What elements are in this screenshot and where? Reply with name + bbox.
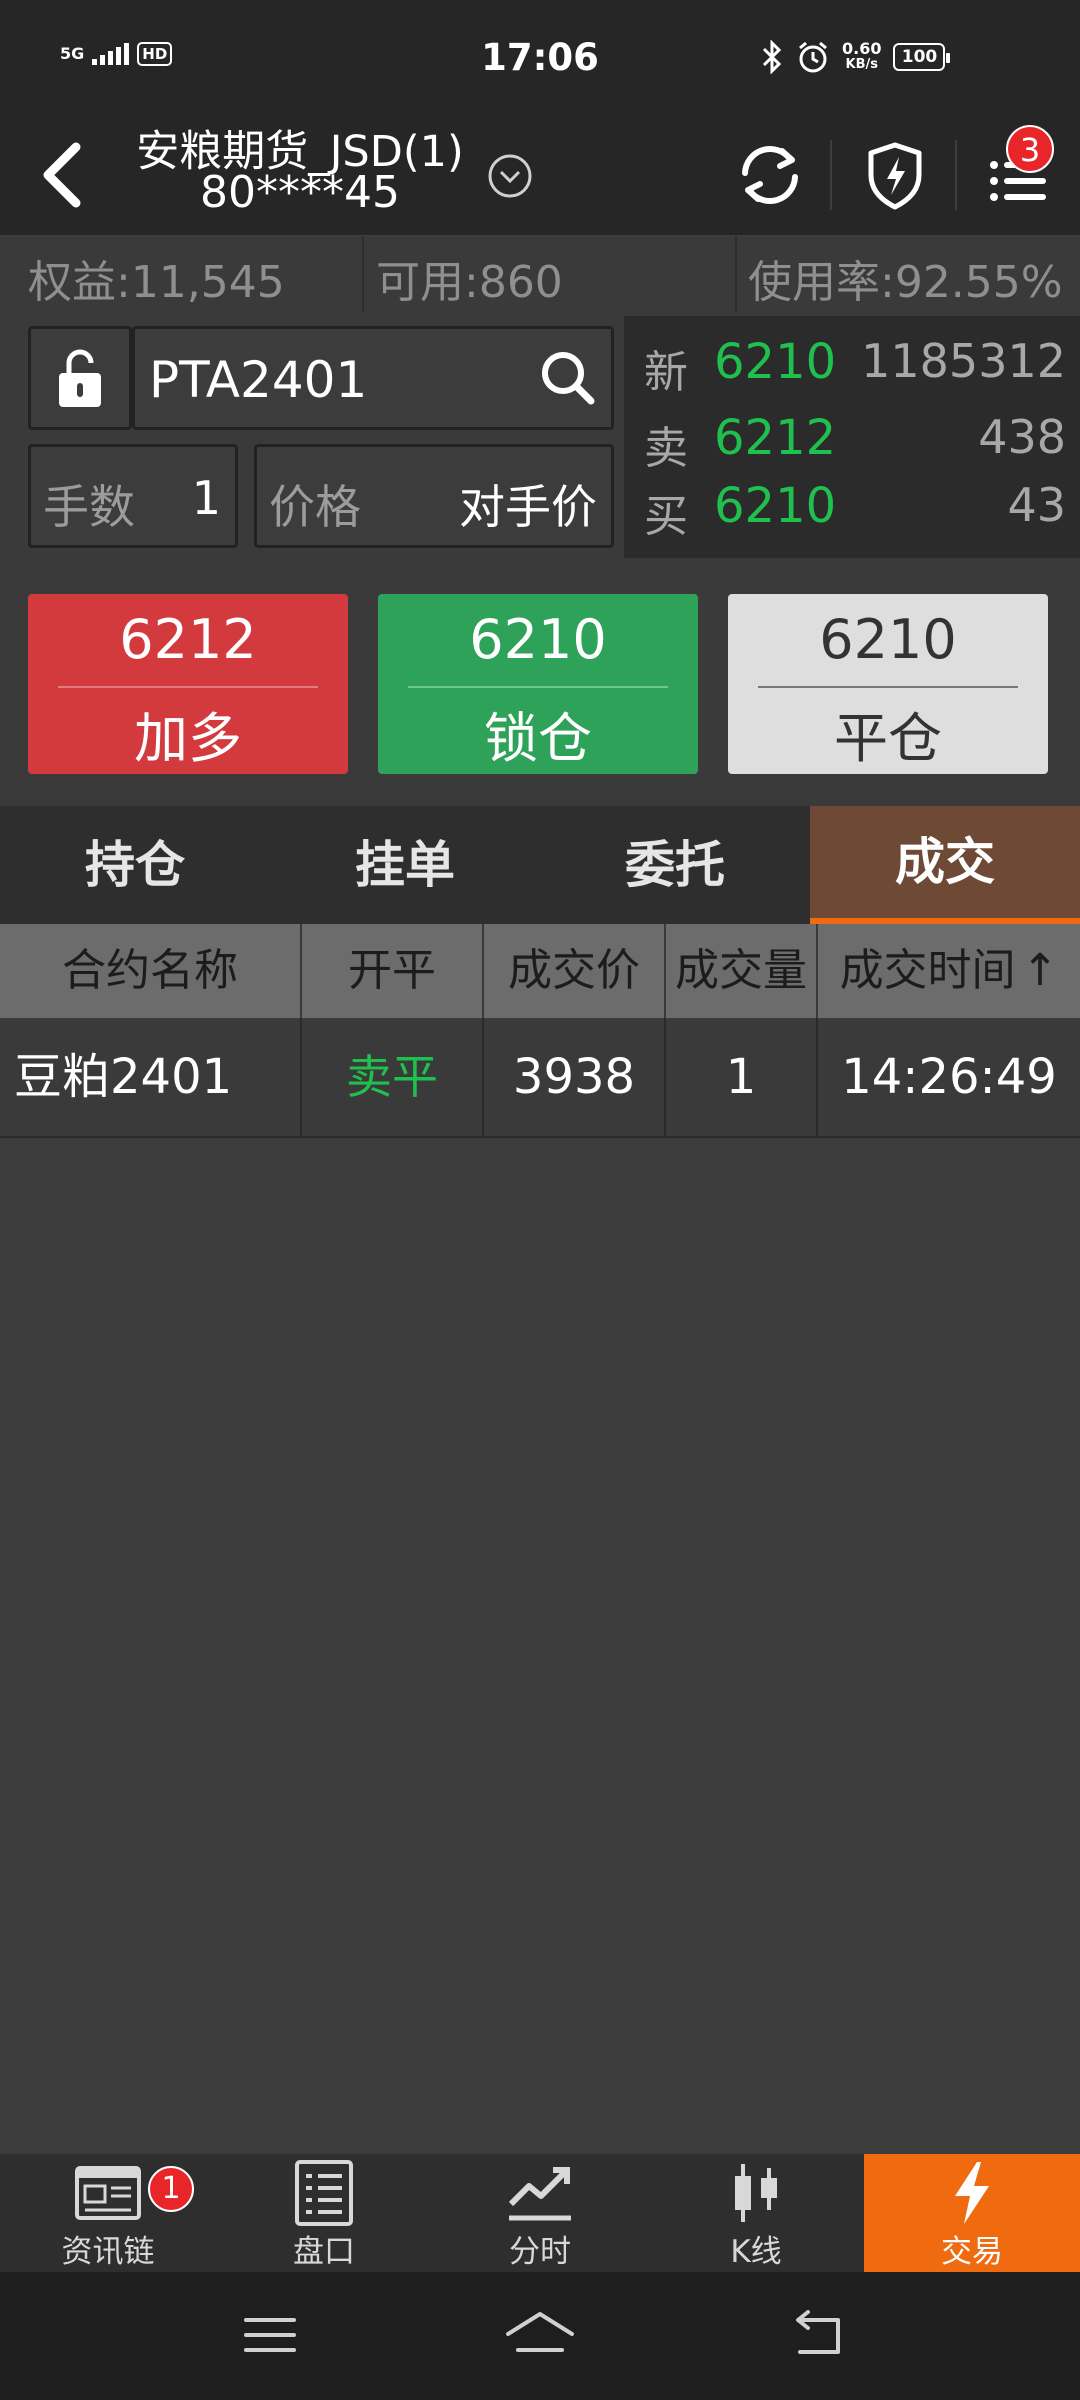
battery-icon: 100 — [893, 43, 951, 71]
nav-timeshare-label: 分时 — [509, 2234, 571, 2270]
candlestick-icon — [735, 2164, 777, 2222]
nav-trade[interactable]: 交易 — [864, 2154, 1080, 2272]
price-label: 价格 — [269, 480, 361, 534]
lock-position-button[interactable]: 6210 锁仓 — [378, 594, 698, 774]
status-bar: 5G HD 17:06 0.60 KB/s 100 — [0, 0, 1080, 115]
timeshare-chart-icon — [508, 2167, 571, 2221]
quote-ask-row[interactable]: 卖 6212 438 — [624, 404, 1080, 474]
back-icon[interactable] — [28, 135, 98, 215]
usage-rate-stat: 使用率:92.55% — [748, 257, 1063, 308]
quote-panel: 新 6210 1185312 卖 6212 438 买 6210 43 — [624, 316, 1080, 558]
bid-volume: 43 — [1007, 478, 1066, 532]
sort-arrow-icon: ↑ — [1021, 945, 1059, 996]
record-tabs: 持仓 挂单 委托 成交 — [0, 806, 1080, 924]
quote-last-row: 新 6210 1185312 — [644, 334, 1066, 398]
news-badge: 1 — [148, 2166, 194, 2212]
col-open-close[interactable]: 开平 — [302, 924, 482, 1018]
close-position-button[interactable]: 6210 平仓 — [728, 594, 1048, 774]
cell-open-close: 卖平 — [346, 1050, 438, 1104]
tab-trades[interactable]: 成交 — [810, 806, 1080, 924]
bid-price: 6210 — [714, 478, 837, 534]
refresh-icon[interactable] — [730, 135, 810, 215]
notification-badge: 3 — [1006, 125, 1054, 173]
home-icon[interactable] — [500, 2298, 580, 2372]
orderbook-icon — [295, 2160, 353, 2226]
col-volume[interactable]: 成交量 — [666, 924, 816, 1018]
lock-label: 锁仓 — [484, 707, 592, 770]
ask-volume: 438 — [978, 410, 1066, 464]
news-icon — [75, 2166, 141, 2220]
nav-news-label: 资讯链 — [61, 2234, 155, 2270]
table-row[interactable]: 豆粕2401 卖平 3938 1 14:26:49 — [0, 1018, 1080, 1138]
available-stat: 可用:860 — [376, 257, 563, 308]
account-number[interactable]: 80****45 — [120, 167, 480, 218]
back-nav-icon[interactable] — [780, 2298, 860, 2372]
account-stats-bar: 权益:11,545 可用:860 使用率:92.55% — [0, 236, 1080, 312]
last-price: 6210 — [714, 334, 837, 390]
cell-price: 3938 — [512, 1049, 636, 1105]
recent-apps-icon[interactable] — [230, 2298, 310, 2372]
lightning-icon — [955, 2162, 989, 2224]
tab-orders[interactable]: 委托 — [540, 806, 810, 924]
buy-price: 6212 — [119, 608, 257, 671]
cell-time: 14:26:49 — [841, 1049, 1057, 1105]
last-volume: 1185312 — [861, 334, 1066, 388]
cell-contract: 豆粕2401 — [14, 1049, 233, 1105]
tab-pending-orders[interactable]: 挂单 — [270, 806, 540, 924]
nav-orderbook-label: 盘口 — [293, 2234, 355, 2270]
col-price[interactable]: 成交价 — [484, 924, 664, 1018]
alarm-icon — [799, 41, 827, 73]
lock-price: 6210 — [469, 608, 607, 671]
quote-bid-row[interactable]: 买 6210 43 — [624, 472, 1080, 542]
bottom-navigation: 1 资讯链 盘口 分时 K线 交易 — [0, 2154, 1080, 2272]
col-time[interactable]: 成交时间 ↑ — [818, 924, 1080, 1018]
trades-table-header: 合约名称 开平 成交价 成交量 成交时间 ↑ — [0, 924, 1080, 1018]
ask-price: 6212 — [714, 410, 837, 466]
unlock-icon — [59, 349, 101, 407]
shield-lightning-icon[interactable] — [855, 135, 935, 215]
close-label: 平仓 — [834, 707, 942, 770]
quantity-label: 手数 — [43, 480, 135, 534]
symbol-input[interactable]: PTA2401 — [132, 326, 614, 430]
quantity-value: 1 — [191, 471, 221, 525]
price-field[interactable]: 价格 对手价 — [254, 444, 614, 548]
close-price: 6210 — [819, 608, 957, 671]
col-contract[interactable]: 合约名称 — [0, 924, 300, 1018]
tab-positions[interactable]: 持仓 — [0, 806, 270, 924]
nav-news[interactable]: 1 资讯链 — [0, 2154, 216, 2272]
buy-label: 加多 — [134, 707, 242, 770]
lock-toggle[interactable] — [28, 326, 132, 430]
search-icon[interactable] — [535, 345, 601, 411]
nav-kline-label: K线 — [730, 2234, 782, 2270]
chevron-down-icon[interactable] — [485, 151, 535, 201]
battery-level: 100 — [901, 47, 938, 67]
system-navigation-bar — [0, 2272, 1080, 2400]
symbol-value: PTA2401 — [149, 351, 368, 409]
buy-open-button[interactable]: 6212 加多 — [28, 594, 348, 774]
quantity-field[interactable]: 手数 1 — [28, 444, 238, 548]
nav-trade-label: 交易 — [941, 2234, 1003, 2270]
order-panel: PTA2401 手数 1 价格 对手价 新 6210 1185312 卖 621… — [0, 312, 1080, 806]
nav-orderbook[interactable]: 盘口 — [216, 2154, 432, 2272]
app-header: 安粮期货_JSD(1) 80****45 3 — [0, 115, 1080, 235]
cell-volume: 1 — [725, 1049, 757, 1105]
network-speed: 0.60 KB/s — [842, 39, 882, 73]
nav-timeshare[interactable]: 分时 — [432, 2154, 648, 2272]
bluetooth-icon — [762, 40, 782, 74]
nav-kline[interactable]: K线 — [648, 2154, 864, 2272]
price-value: 对手价 — [459, 480, 597, 534]
equity-stat: 权益:11,545 — [28, 257, 285, 308]
